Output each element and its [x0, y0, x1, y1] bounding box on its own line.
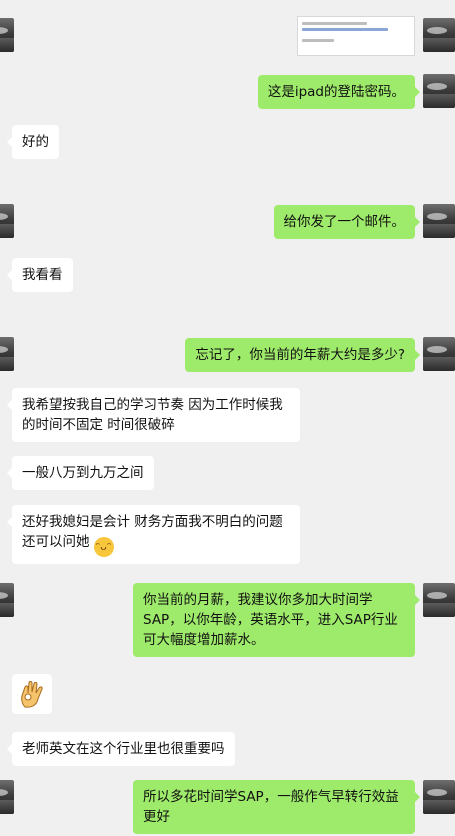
message-in[interactable]: 老师英文在这个行业里也很重要吗 [7, 732, 235, 766]
self-avatar[interactable] [423, 583, 455, 617]
message-text: 老师英文在这个行业里也很重要吗 [22, 741, 225, 757]
contact-avatar[interactable] [0, 583, 14, 617]
message-out[interactable]: 忘记了，你当前的年薪大约是多少? [185, 338, 420, 372]
message-text: 这是ipad的登陆密码。 [267, 84, 405, 100]
message-out[interactable]: 你当前的月薪，我建议你多加大时间学 SAP，以你年龄，英语水平，进入SAP行业 … [133, 583, 420, 657]
message-in[interactable]: 好的 [7, 125, 59, 159]
contact-avatar[interactable] [0, 204, 14, 238]
contact-avatar[interactable] [0, 337, 14, 371]
contact-avatar[interactable] [0, 780, 14, 814]
self-avatar[interactable] [423, 780, 455, 814]
message-text: 好的 [22, 134, 49, 150]
message-text-line: SAP，以你年龄，英语水平，进入SAP行业 [143, 612, 398, 628]
self-avatar[interactable] [423, 204, 455, 238]
message-text-line: 所以多花时间学SAP，一般作气早转行效益 [143, 789, 399, 805]
message-text: 给你发了一个邮件。 [283, 214, 406, 230]
message-in[interactable]: 我希望按我自己的学习节奏 因为工作时候我 的时间不固定 时间很破碎 [7, 388, 300, 442]
message-text: 一般八万到九万之间 [22, 465, 144, 481]
message-text-line: 的时间不固定 时间很破碎 [22, 417, 175, 433]
message-text-line: 我希望按我自己的学习节奏 因为工作时候我 [22, 397, 283, 413]
message-text: 我看看 [22, 267, 63, 283]
grinning-face-icon: ᵔᴗᵔ [93, 537, 114, 557]
message-out[interactable]: 给你发了一个邮件。 [273, 205, 420, 239]
message-text-line: 还可以问她 [22, 534, 90, 550]
self-avatar[interactable] [423, 337, 455, 371]
message-out[interactable]: 所以多花时间学SAP，一般作气早转行效益 更好 [133, 780, 420, 834]
message-in[interactable]: 还好我媳妇是会计 财务方面我不明白的问题 还可以问她 ᵔᴗᵔ [7, 505, 300, 564]
self-avatar[interactable] [423, 18, 455, 52]
contact-avatar[interactable] [0, 18, 14, 52]
ok-hand-icon [21, 681, 43, 708]
message-in[interactable]: 一般八万到九万之间 [7, 456, 154, 490]
chat-window: 这是ipad的登陆密码。 好的 给你发了一个邮件。 我看看 忘记了，你当前的年薪… [0, 0, 455, 836]
message-text-line: 还好我媳妇是会计 财务方面我不明白的问题 [22, 514, 283, 530]
message-in[interactable]: 我看看 [7, 258, 73, 292]
message-text-line: 可大幅度增加薪水。 [143, 632, 265, 648]
message-out[interactable]: 这是ipad的登陆密码。 [257, 75, 421, 109]
message-text: 忘记了，你当前的年薪大约是多少? [195, 347, 405, 363]
message-text-line: 你当前的月薪，我建议你多加大时间学 [143, 592, 373, 608]
message-text-line: 更好 [143, 809, 170, 825]
ok-hand-sticker[interactable] [12, 674, 52, 714]
self-avatar[interactable] [423, 74, 455, 108]
message-image[interactable] [297, 16, 415, 56]
